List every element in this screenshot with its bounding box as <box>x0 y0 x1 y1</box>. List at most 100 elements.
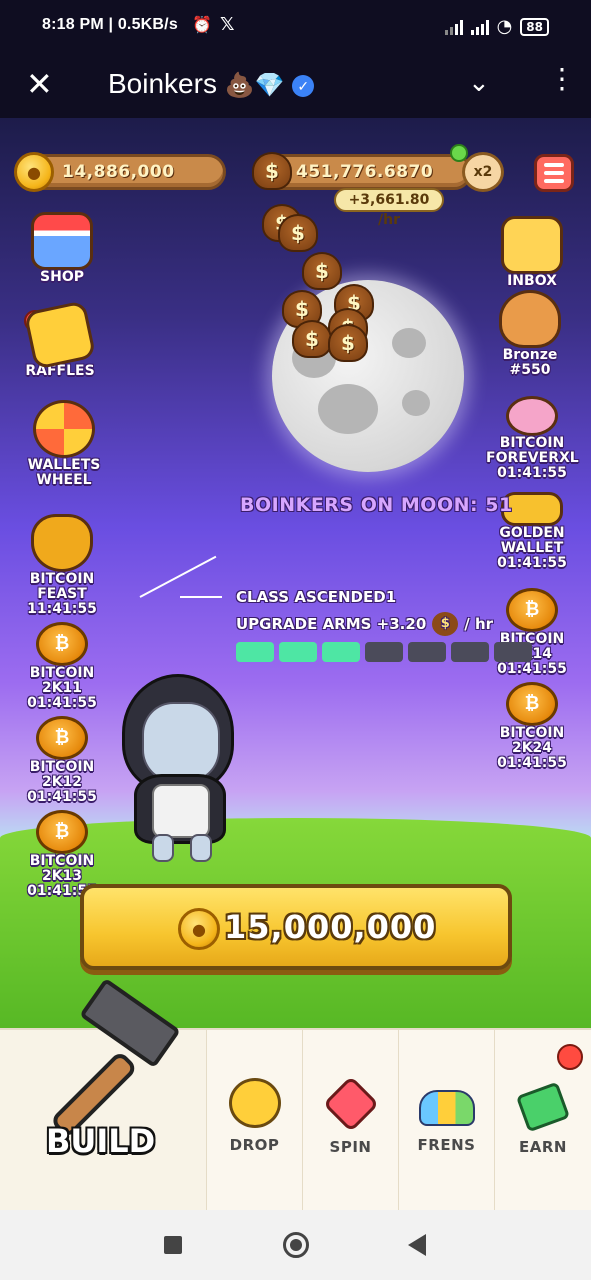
bitcoin-stack-icon: ₿ <box>36 810 88 854</box>
game-scene: $ $ $ $ $ $ $ $ ● 14,886,000 $ 451,776.6… <box>0 118 591 1028</box>
nav-drop[interactable]: DROP <box>206 1030 302 1210</box>
recents-icon[interactable] <box>164 1236 182 1254</box>
bitcoin-2k11-label: BITCOIN 2K11 <box>29 665 95 696</box>
bitcoin-feast-button[interactable]: BITCOIN FEAST 11:41:55 <box>16 514 108 617</box>
signal-icon <box>470 19 489 35</box>
close-icon[interactable]: ✕ <box>26 66 53 102</box>
coin-icon: ● <box>178 908 220 950</box>
friends-icon <box>418 1090 475 1126</box>
rate-suffix: / hr <box>464 615 494 633</box>
bitcoin-foreverxl-timer: 01:41:55 <box>497 465 567 481</box>
back-icon[interactable] <box>408 1234 426 1256</box>
nav-earn[interactable]: EARN <box>494 1030 591 1210</box>
progress-segment <box>408 642 446 662</box>
menu-line <box>544 171 564 175</box>
upgrade-progress-bar <box>236 642 532 662</box>
menu-line <box>544 179 564 183</box>
signal-icon <box>444 19 463 35</box>
character-avatar[interactable] <box>112 674 246 864</box>
menu-button[interactable] <box>534 154 574 192</box>
nav-spin[interactable]: SPIN <box>302 1030 398 1210</box>
title-text: Boinkers <box>108 68 217 99</box>
chevron-down-icon[interactable]: ⌄ <box>468 68 490 98</box>
progress-segment <box>365 642 403 662</box>
bitcoin-2k11-button[interactable]: ₿ BITCOIN 2K11 01:41:55 <box>16 622 108 711</box>
status-time: 8:18 PM | 0.5KB/s <box>42 16 178 33</box>
shop-button[interactable]: SHOP <box>16 212 108 285</box>
inbox-button[interactable]: INBOX <box>486 216 578 289</box>
spin-icon <box>322 1075 379 1133</box>
more-options-icon[interactable]: ⋮ <box>548 64 576 94</box>
inbox-label: INBOX <box>507 273 557 289</box>
bitcoin-stack-icon: ₿ <box>36 622 88 666</box>
home-icon[interactable] <box>283 1232 309 1258</box>
mail-icon <box>501 216 563 274</box>
nav-frens[interactable]: FRENS <box>398 1030 494 1210</box>
bitcoin-stack-icon: ₿ <box>506 588 558 632</box>
progress-segment <box>451 642 489 662</box>
bitcoin-2k24-label: BITCOIN 2K24 <box>499 725 565 756</box>
raffles-button[interactable]: RAFFLES <box>14 300 106 379</box>
bitcoin-foreverxl-label: BITCOIN FOREVERXL <box>486 435 579 466</box>
poop-coin-icon: $ <box>432 612 459 636</box>
shop-label: SHOP <box>40 269 84 285</box>
bitcoin-foreverxl-button[interactable]: BITCOIN FOREVERXL 01:41:55 <box>486 396 579 481</box>
app-header: ✕ Boinkers 💩💎 ✓ ⌄ ⋮ <box>0 54 591 118</box>
bitcoin-2k12-label: BITCOIN 2K12 <box>29 759 95 790</box>
class-text: CLASS ASCENDED1 <box>236 588 397 606</box>
nav-drop-label: DROP <box>229 1136 280 1154</box>
bitcoin-2k11-timer: 01:41:55 <box>27 695 97 711</box>
piggy-bank-icon <box>506 396 558 436</box>
progress-segment <box>494 642 532 662</box>
build-price-button[interactable]: ● 15,000,000 <box>80 884 512 970</box>
bitcoin-stack-icon: ₿ <box>506 682 558 726</box>
nav-frens-label: FRENS <box>417 1136 476 1154</box>
raffles-label: RAFFLES <box>25 363 95 379</box>
wallets-wheel-button[interactable]: WALLETS WHEEL <box>18 400 110 488</box>
bitcoin-bag-icon <box>31 514 93 572</box>
wheel-icon <box>33 400 95 458</box>
title-emoji: 💩💎 <box>224 72 285 99</box>
connector-line <box>139 555 217 598</box>
bronze-label: Bronze <box>502 347 558 363</box>
bitcoin-2k14-button[interactable]: ₿ BITCOIN 2K14 01:41:55 <box>486 588 578 677</box>
bitcoin-2k24-timer: 01:41:55 <box>497 755 567 771</box>
system-nav-bar <box>0 1210 591 1280</box>
character-leg <box>152 834 174 862</box>
progress-segment <box>279 642 317 662</box>
build-button[interactable]: BUILD <box>0 977 206 1210</box>
page-title: Boinkers 💩💎 ✓ <box>108 68 315 100</box>
poop-coin-icon: $ <box>252 152 292 190</box>
wifi-icon: ◔ <box>496 16 513 37</box>
bronze-rank: #550 <box>509 362 551 378</box>
golden-wallet-timer: 01:41:55 <box>497 555 567 571</box>
boinkers-on-moon: BOINKERS ON MOON: 51 <box>240 494 513 516</box>
bitcoin-2k12-timer: 01:41:55 <box>27 789 97 805</box>
poop-coin-icon: $ <box>292 320 332 358</box>
ticket-icon <box>23 300 97 370</box>
bronze-rank-icon <box>499 290 561 348</box>
bitcoin-2k12-button[interactable]: ₿ BITCOIN 2K12 01:41:55 <box>16 716 108 805</box>
bronze-rank-button[interactable]: Bronze #550 <box>484 290 576 378</box>
poop-coin-icon: $ <box>302 252 342 290</box>
progress-segment <box>322 642 360 662</box>
notification-dot <box>557 1044 583 1070</box>
status-bar: 8:18 PM | 0.5KB/s ⏰ 𝕏 ◔ 88 <box>0 0 591 54</box>
upgrade-info[interactable]: CLASS ASCENDED1 UPGRADE ARMS +3.20 $ / h… <box>236 588 493 636</box>
poop-coin-icon: $ <box>278 214 318 252</box>
cash-icon <box>515 1081 571 1133</box>
build-price: 15,000,000 <box>224 908 437 946</box>
menu-line <box>544 163 564 167</box>
verified-icon: ✓ <box>292 74 315 97</box>
character-apron <box>152 784 210 838</box>
connector-line <box>180 596 222 598</box>
wallets-wheel-label: WALLETS WHEEL <box>27 457 101 488</box>
alarm-icon: ⏰ <box>192 15 212 34</box>
coin-balance: 14,886,000 <box>62 162 175 182</box>
bottom-nav: BUILD DROP SPIN FRENS EARN <box>0 977 591 1210</box>
build-label: BUILD <box>46 1122 156 1160</box>
progress-segment <box>236 642 274 662</box>
boost-button[interactable]: x2 <box>462 152 504 192</box>
drop-icon <box>228 1078 281 1128</box>
bitcoin-2k24-button[interactable]: ₿ BITCOIN 2K24 01:41:55 <box>486 682 578 771</box>
